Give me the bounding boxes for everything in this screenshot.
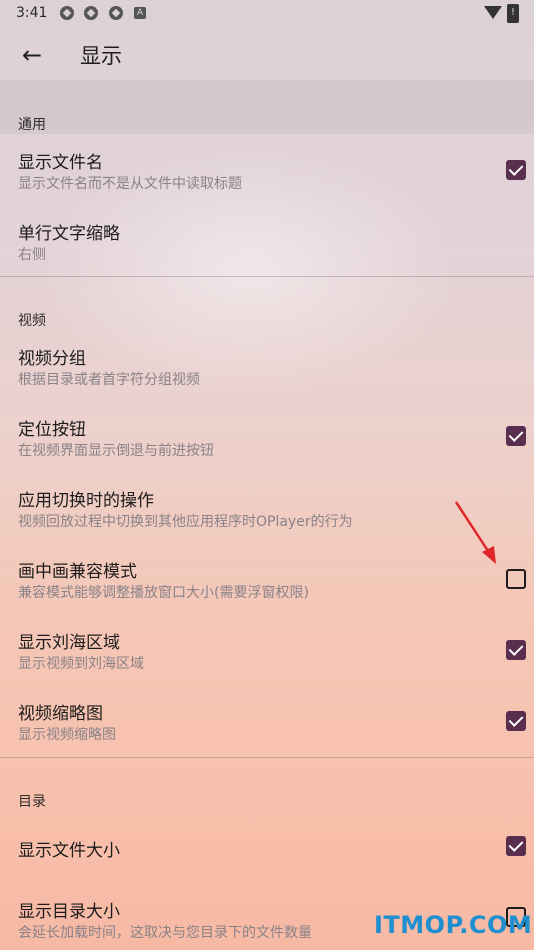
setting-title: 视频缩略图 (18, 704, 103, 724)
setting-title: 定位按钮 (18, 420, 86, 440)
setting-title: 单行文字缩略 (18, 224, 120, 244)
section-header-video: 视频 (18, 313, 46, 329)
checkbox-video-thumbnails[interactable] (506, 711, 526, 731)
setting-subtitle: 显示视频缩略图 (18, 727, 116, 743)
setting-title: 显示文件大小 (18, 841, 120, 861)
status-bar: 3:41 A ! (0, 0, 534, 28)
setting-row-show-file-size[interactable]: 显示文件大小 (0, 812, 534, 880)
notification-a-icon: A (134, 7, 146, 19)
setting-title: 显示刘海区域 (18, 633, 120, 653)
divider (0, 757, 534, 758)
setting-title: 视频分组 (18, 349, 86, 369)
setting-row-video-grouping[interactable]: 视频分组 根据目录或者首字符分组视频 (0, 330, 534, 401)
setting-title: 画中画兼容模式 (18, 562, 137, 582)
battery-icon: ! (507, 4, 519, 23)
page-title: 显示 (80, 44, 122, 68)
setting-title: 显示文件名 (18, 153, 103, 173)
section-header-general: 通用 (18, 117, 46, 133)
notification-app-icon (60, 6, 74, 20)
setting-row-show-filename[interactable]: 显示文件名 显示文件名而不是从文件中读取标题 (0, 134, 534, 205)
section-header-directory: 目录 (18, 794, 46, 810)
setting-subtitle: 在视频界面显示倒退与前进按钮 (18, 443, 214, 459)
section-band (0, 80, 534, 134)
divider (0, 276, 534, 277)
checkbox-pip-compat-mode[interactable] (506, 569, 526, 589)
checkbox-show-notch-area[interactable] (506, 640, 526, 660)
status-time: 3:41 (16, 5, 48, 21)
checkbox-seek-buttons[interactable] (506, 426, 526, 446)
setting-subtitle: 兼容模式能够调整播放窗口大小(需要浮窗权限) (18, 585, 309, 601)
app-bar: ← 显示 (0, 28, 534, 80)
setting-subtitle: 显示文件名而不是从文件中读取标题 (18, 176, 242, 192)
watermark-text: ITMOP.COM (374, 911, 533, 939)
setting-subtitle: 显示视频到刘海区域 (18, 656, 144, 672)
checkbox-show-filename[interactable] (506, 160, 526, 180)
setting-subtitle: 会延长加载时间，这取决与您目录下的文件数量 (18, 925, 312, 941)
annotation-arrow-icon (454, 501, 496, 564)
setting-row-show-notch-area[interactable]: 显示刘海区域 显示视频到刘海区域 (0, 614, 534, 685)
wifi-icon (484, 6, 502, 19)
setting-row-video-thumbnails[interactable]: 视频缩略图 显示视频缩略图 (0, 685, 534, 756)
setting-subtitle: 视频回放过程中切换到其他应用程序时OPlayer的行为 (18, 514, 353, 530)
setting-subtitle: 根据目录或者首字符分组视频 (18, 372, 200, 388)
notification-app-icon (109, 6, 123, 20)
checkbox-show-file-size[interactable] (506, 836, 526, 856)
setting-row-single-line-ellipsis[interactable]: 单行文字缩略 右侧 (0, 205, 534, 276)
setting-row-seek-buttons[interactable]: 定位按钮 在视频界面显示倒退与前进按钮 (0, 401, 534, 472)
setting-subtitle: 右侧 (18, 247, 46, 263)
notification-app-icon (84, 6, 98, 20)
setting-title: 应用切换时的操作 (18, 491, 154, 511)
back-arrow-icon[interactable]: ← (18, 41, 46, 69)
setting-title: 显示目录大小 (18, 902, 120, 922)
